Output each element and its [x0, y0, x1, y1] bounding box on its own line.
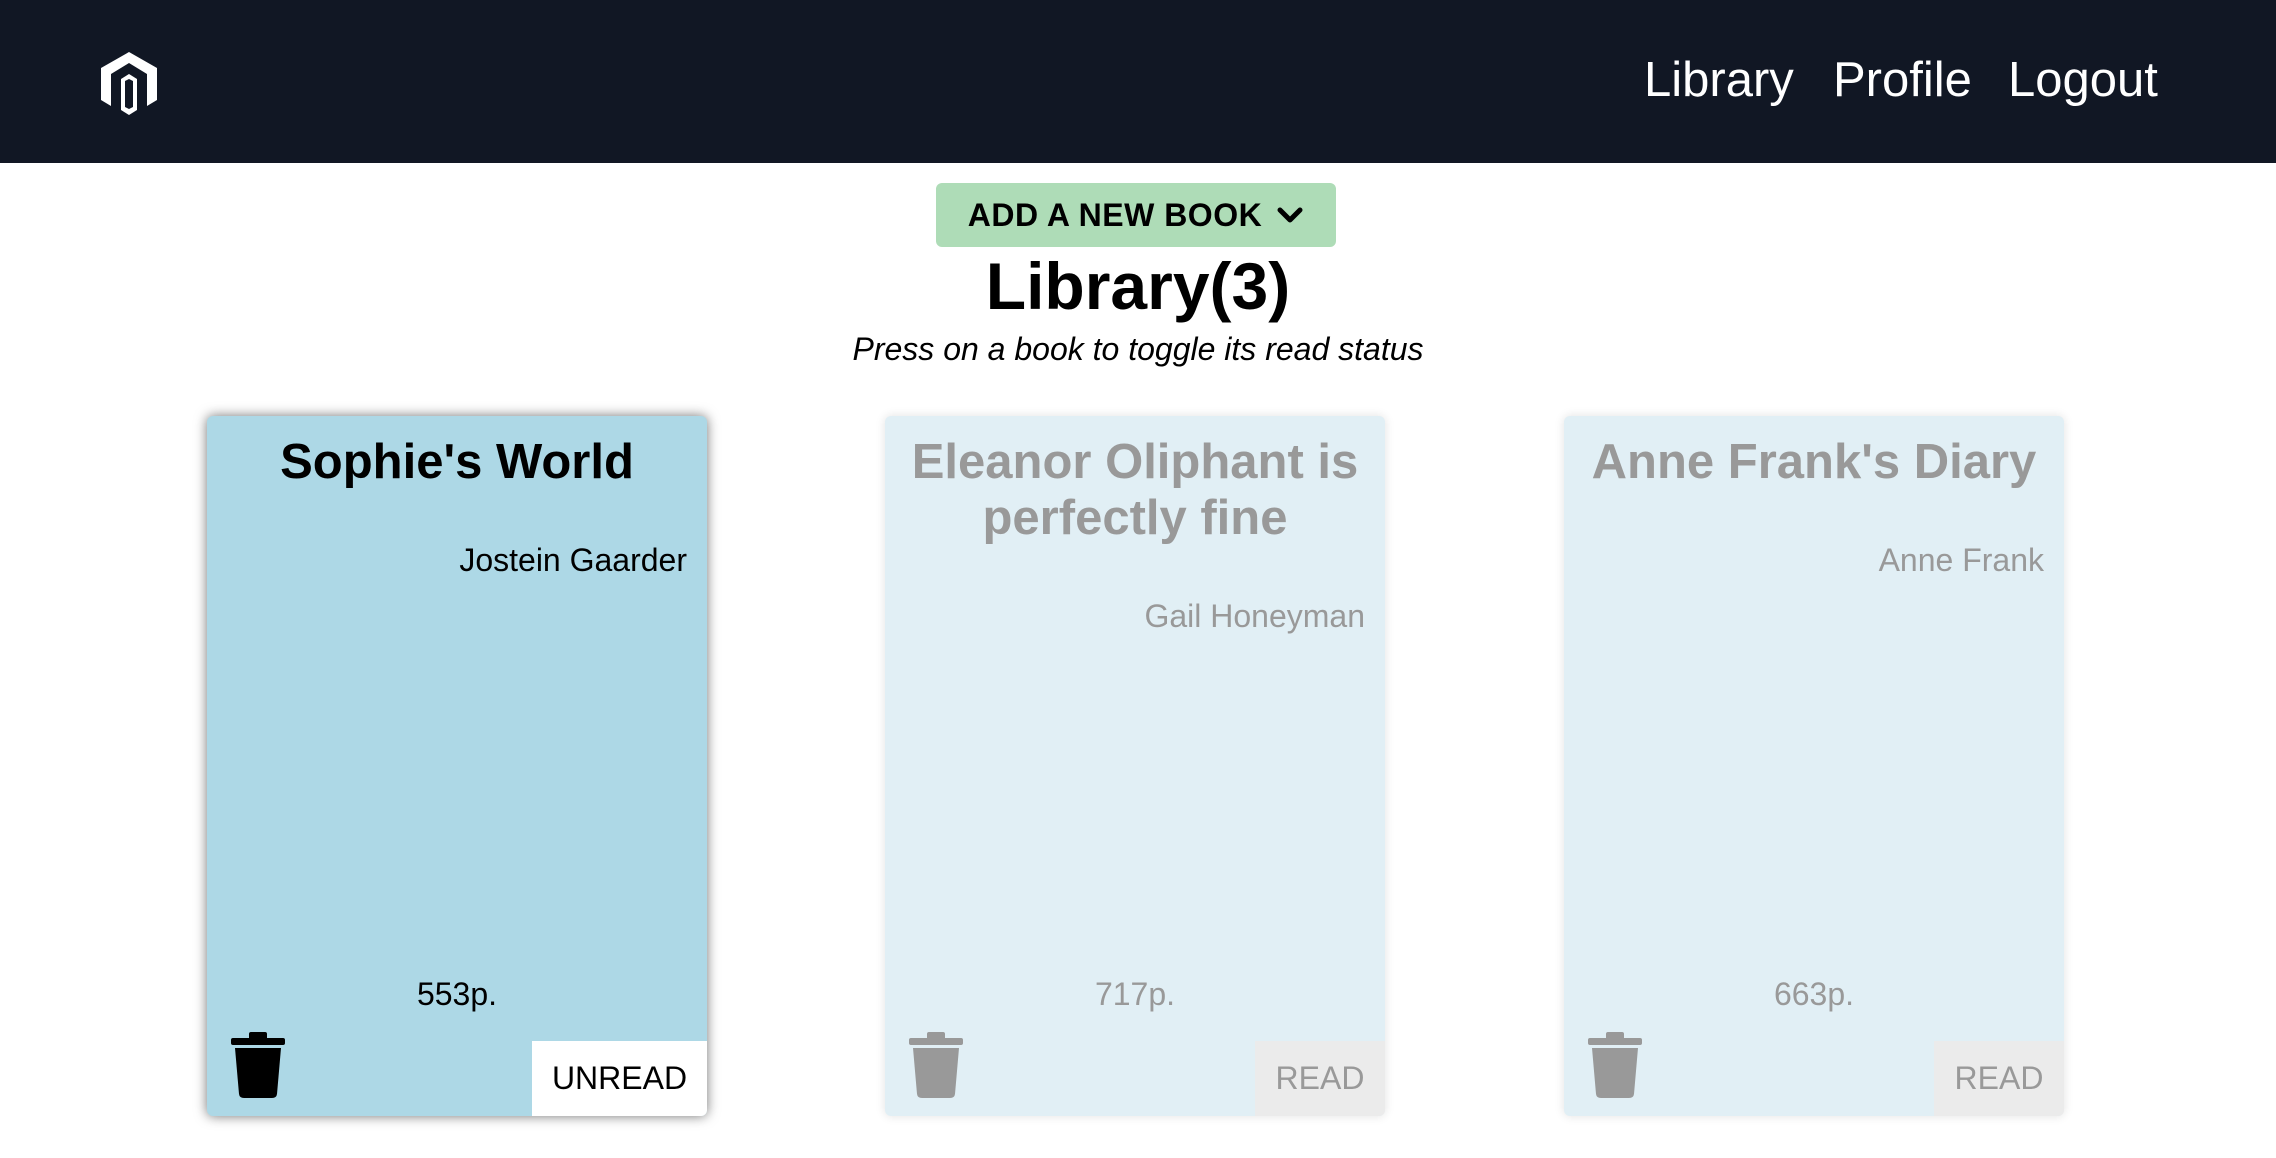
book-pages: 553p.	[416, 976, 498, 1012]
read-status-button[interactable]: READ	[1255, 1041, 1385, 1116]
book-title: Sophie's World	[280, 435, 634, 489]
book-card[interactable]: Anne Frank's Diary Anne Frank 663p. READ	[1564, 416, 2064, 1116]
book-author: Anne Frank	[1878, 542, 2044, 578]
book-card[interactable]: Sophie's World Jostein Gaarder 553p. UNR…	[207, 416, 707, 1116]
chevron-down-icon	[1277, 207, 1303, 223]
book-pages: 717p.	[1094, 976, 1176, 1012]
page-subtitle: Press on a book to toggle its read statu…	[852, 331, 1424, 367]
book-author: Gail Honeyman	[1144, 598, 1365, 634]
read-status-button[interactable]: UNREAD	[532, 1041, 707, 1116]
trash-icon[interactable]	[1586, 1032, 1644, 1098]
nav-link-profile[interactable]: Profile	[1833, 48, 1972, 112]
add-new-book-label: ADD A NEW BOOK	[967, 196, 1263, 233]
navbar: Library Profile Logout	[0, 0, 2276, 163]
nav-link-library[interactable]: Library	[1644, 48, 1794, 112]
nav-link-logout[interactable]: Logout	[2008, 48, 2158, 112]
book-author: Jostein Gaarder	[459, 542, 687, 578]
book-card[interactable]: Eleanor Oliphant is perfectly fine Gail …	[885, 416, 1385, 1116]
hexagon-logo-icon[interactable]	[98, 50, 160, 116]
trash-icon[interactable]	[229, 1032, 287, 1098]
book-title: Eleanor Oliphant is perfectly fine	[911, 435, 1359, 545]
book-title: Anne Frank's Diary	[1591, 435, 2037, 489]
add-new-book-button[interactable]: ADD A NEW BOOK	[936, 183, 1336, 247]
book-pages: 663p.	[1773, 976, 1855, 1012]
read-status-button[interactable]: READ	[1934, 1041, 2064, 1116]
page-title: Library(3)	[985, 249, 1291, 323]
trash-icon[interactable]	[907, 1032, 965, 1098]
